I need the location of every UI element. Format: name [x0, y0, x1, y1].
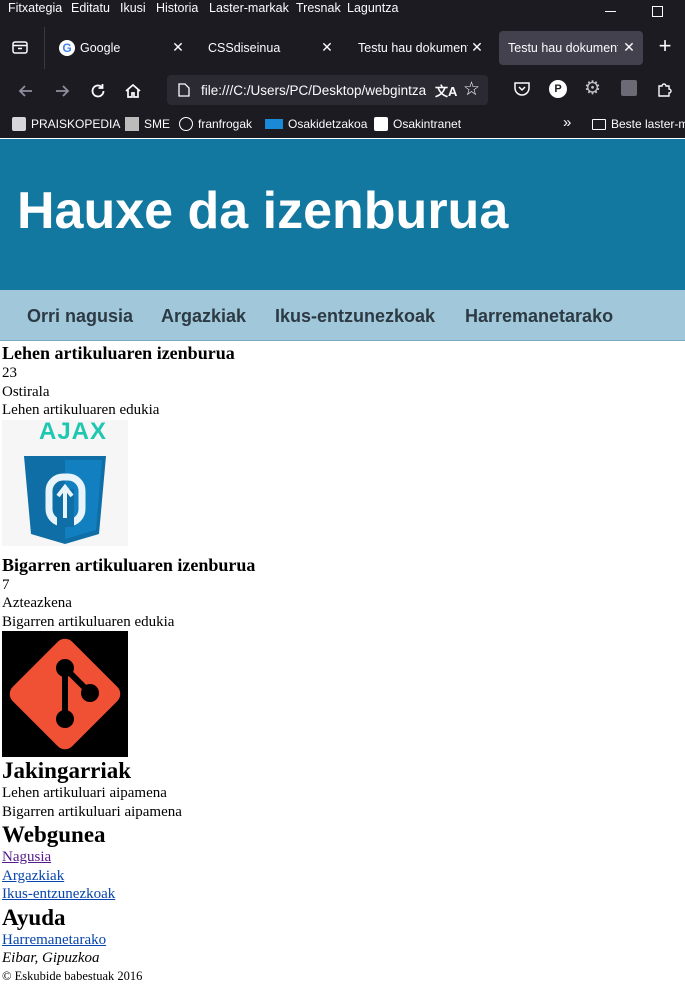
article-2: Bigarren artikuluaren izenburua 7 Azteaz…: [2, 554, 682, 757]
bookmark-label: Osakidetzakoa: [288, 117, 368, 131]
tab-list-icon[interactable]: [11, 38, 29, 56]
address-bar[interactable]: file:///C:/Users/PC/Desktop/webgintza 文A…: [167, 75, 488, 105]
aside-item: Lehen artikuluari aipamena: [2, 785, 167, 801]
footer-link-ikus-entzunezkoak[interactable]: Ikus-entzunezkoak: [2, 885, 682, 904]
tab-separator: [44, 27, 45, 69]
osakintranet-icon: [374, 117, 388, 131]
menu-view[interactable]: Ikusi: [120, 1, 146, 15]
aside-item: Bigarren artikuluari aipamena: [2, 803, 182, 820]
tab-testu-1[interactable]: Testu hau dokumenti ✕: [349, 31, 491, 65]
tab-title: Google: [80, 41, 121, 55]
bookmark-label: franfrogak: [198, 117, 253, 131]
pocket-icon[interactable]: [513, 80, 531, 103]
article-title: Lehen artikuluaren izenburua: [2, 343, 235, 363]
browser-chrome: Fitxategia Editatu Ikusi Historia Laster…: [0, 0, 685, 138]
tab-cssdiseinua[interactable]: CSSdiseinua ✕: [199, 31, 341, 65]
bookmark-icon: [12, 117, 26, 131]
menu-history[interactable]: Historia: [156, 1, 198, 15]
chevron-double-right-icon[interactable]: »: [563, 114, 571, 131]
bookmark-label: SME: [144, 117, 171, 131]
close-icon[interactable]: ✕: [319, 39, 335, 55]
bookmark-franfrogak[interactable]: franfrogak: [179, 117, 252, 131]
article-content: Lehen artikuluaren edukia: [2, 402, 160, 418]
extensions-puzzle-icon[interactable]: [656, 80, 674, 103]
film-icon: [125, 117, 139, 131]
article-day: 23: [2, 365, 17, 381]
page-icon: [178, 83, 190, 102]
nav-link-ikus-entzunezkoak[interactable]: Ikus-entzunezkoak: [275, 306, 435, 327]
menu-tools[interactable]: Tresnak: [296, 1, 341, 15]
footer-link-harremanetarako[interactable]: Harremanetarako: [2, 931, 682, 950]
translate-icon[interactable]: 文A: [435, 81, 457, 100]
home-icon[interactable]: [122, 80, 144, 102]
extension-icon[interactable]: [621, 80, 637, 96]
bookmark-label: PRAISKOPEDIA: [31, 117, 121, 131]
main-content: Lehen artikuluaren izenburua 23 Ostirala…: [2, 343, 682, 984]
nav-toolbar: file:///C:/Users/PC/Desktop/webgintza 文A…: [0, 72, 685, 112]
menu-bookmarks[interactable]: Laster-markak: [209, 1, 289, 15]
bookmark-other-folder[interactable]: Beste laster-m: [592, 117, 685, 131]
tab-testu-2-active[interactable]: Testu hau dokumentu ✕: [499, 31, 643, 65]
wordpress-icon: [179, 117, 193, 131]
menu-file[interactable]: Fitxategia: [8, 1, 62, 15]
tab-title: Testu hau dokumenti: [358, 41, 468, 55]
sap-icon: [265, 119, 283, 129]
menu-bar: Fitxategia Editatu Ikusi Historia Laster…: [0, 0, 685, 23]
close-icon[interactable]: ✕: [621, 39, 637, 55]
footer-location: Eibar, Gipuzkoa: [2, 950, 100, 966]
bookmark-label: Beste laster-m: [611, 117, 685, 131]
bookmark-osakidetzakoa[interactable]: Osakidetzakoa: [265, 117, 367, 131]
new-tab-button[interactable]: +: [655, 35, 675, 57]
bookmark-label: Osakintranet: [393, 117, 462, 131]
footer-copyright: © Eskubide babestuak 2016: [2, 968, 143, 983]
gear-icon[interactable]: ⚙: [584, 77, 601, 100]
menu-edit[interactable]: Editatu: [71, 1, 110, 15]
menu-help[interactable]: Laguntza: [347, 1, 398, 15]
close-icon[interactable]: ✕: [170, 39, 186, 55]
site-nav: Orri nagusia Argazkiak Ikus-entzunezkoak…: [0, 290, 685, 341]
ajax-logo-image: AJAX: [2, 419, 128, 546]
close-icon[interactable]: ✕: [469, 39, 485, 55]
folder-icon: [592, 118, 606, 130]
article-weekday: Azteazkena: [2, 595, 72, 611]
footer-link-argazkiak[interactable]: Argazkiak: [2, 867, 682, 886]
bookmark-osakintranet[interactable]: Osakintranet: [374, 117, 461, 131]
nav-link-harremanetarako[interactable]: Harremanetarako: [465, 306, 613, 327]
article-1: Lehen artikuluaren izenburua 23 Ostirala…: [2, 343, 682, 546]
git-logo-image: [2, 631, 128, 757]
footer-link-nagusia[interactable]: Nagusia: [2, 848, 682, 867]
site-header: Hauxe da izenburua: [0, 139, 685, 290]
bookmarks-toolbar: PRAISKOPEDIA SME franfrogak Osakidetzako…: [0, 113, 685, 137]
footer-help-title: Ayuda: [2, 904, 66, 930]
bookmark-praiskopedia[interactable]: PRAISKOPEDIA: [12, 117, 120, 131]
tab-title: Testu hau dokumentu: [508, 41, 618, 55]
google-icon: G: [59, 40, 75, 56]
star-icon[interactable]: ☆: [463, 78, 480, 101]
tab-title: CSSdiseinua: [208, 41, 281, 55]
article-day: 7: [2, 576, 10, 593]
footer-web-title: Webgunea: [2, 822, 106, 847]
tab-bar: G Google ✕ CSSdiseinua ✕ Testu hau dokum…: [0, 27, 685, 69]
bookmark-sme[interactable]: SME: [125, 117, 170, 131]
back-arrow-icon[interactable]: [15, 80, 37, 102]
profile-avatar[interactable]: P: [549, 80, 567, 98]
page-title: Hauxe da izenburua: [17, 182, 509, 240]
maximize-button[interactable]: [646, 2, 666, 20]
article-title: Bigarren artikuluaren izenburua: [2, 554, 256, 575]
reload-icon[interactable]: [87, 80, 109, 102]
forward-arrow-icon[interactable]: [51, 80, 73, 102]
article-content: Bigarren artikuluaren edukia: [2, 613, 175, 630]
article-weekday: Ostirala: [2, 383, 50, 400]
sidebar-aside: Jakingarriak Lehen artikuluari aipamena …: [2, 757, 682, 821]
tab-google[interactable]: G Google ✕: [50, 31, 192, 65]
aside-title: Jakingarriak: [2, 758, 132, 783]
nav-link-orri-nagusia[interactable]: Orri nagusia: [27, 306, 133, 327]
minimize-button[interactable]: [600, 2, 620, 20]
url-text: file:///C:/Users/PC/Desktop/webgintza: [201, 83, 427, 98]
nav-link-argazkiak[interactable]: Argazkiak: [161, 306, 246, 327]
site-footer: Webgunea Nagusia Argazkiak Ikus-entzunez…: [2, 821, 682, 984]
